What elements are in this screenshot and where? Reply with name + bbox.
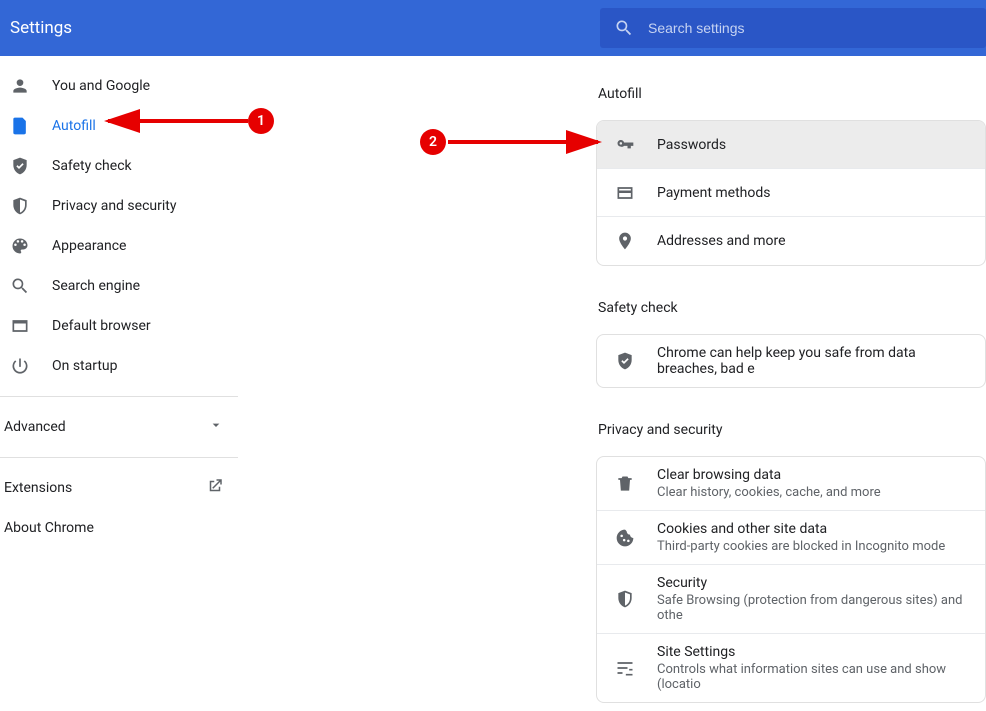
autofill-icon: [10, 116, 30, 136]
browser-icon: [10, 316, 30, 336]
shield-icon: [10, 196, 30, 216]
sidebar-item-safety-check[interactable]: Safety check: [0, 146, 238, 186]
sidebar-item-label: Appearance: [52, 238, 126, 254]
row-safety-info[interactable]: Chrome can help keep you safe from data …: [597, 335, 985, 387]
row-label: Chrome can help keep you safe from data …: [657, 345, 967, 377]
search-input[interactable]: [648, 20, 972, 36]
row-security[interactable]: Security Safe Browsing (protection from …: [597, 565, 985, 634]
chevron-down-icon: [208, 417, 224, 437]
page-title: Settings: [10, 18, 72, 38]
row-label: Cookies and other site data: [657, 521, 945, 537]
card-icon: [615, 183, 635, 203]
shield-check-icon: [10, 156, 30, 176]
row-clear-browsing-data[interactable]: Clear browsing data Clear history, cooki…: [597, 457, 985, 511]
sidebar-item-label: Autofill: [52, 118, 96, 134]
row-sublabel: Controls what information sites can use …: [657, 662, 967, 692]
sidebar-item-advanced[interactable]: Advanced: [0, 407, 238, 447]
sidebar-divider: [0, 396, 238, 397]
shield-check-icon: [615, 351, 635, 371]
search-icon: [10, 276, 30, 296]
row-site-settings[interactable]: Site Settings Controls what information …: [597, 634, 985, 702]
header-bar: Settings: [0, 0, 986, 56]
extensions-label: Extensions: [4, 480, 72, 496]
key-icon: [615, 135, 635, 155]
sidebar-item-privacy[interactable]: Privacy and security: [0, 186, 238, 226]
row-label: Payment methods: [657, 185, 770, 201]
sidebar-item-label: On startup: [52, 358, 118, 374]
advanced-label: Advanced: [4, 419, 66, 435]
row-sublabel: Safe Browsing (protection from dangerous…: [657, 593, 967, 623]
search-container[interactable]: [600, 8, 986, 48]
row-passwords[interactable]: Passwords: [597, 121, 985, 169]
external-link-icon: [206, 477, 224, 499]
shield-icon: [615, 589, 635, 609]
sidebar-item-label: You and Google: [52, 78, 150, 94]
row-sublabel: Clear history, cookies, cache, and more: [657, 485, 881, 500]
person-icon: [10, 76, 30, 96]
sidebar-item-you-and-google[interactable]: You and Google: [0, 66, 238, 106]
sidebar-item-label: Search engine: [52, 278, 140, 294]
power-icon: [10, 356, 30, 376]
palette-icon: [10, 236, 30, 256]
sidebar-item-label: Privacy and security: [52, 198, 176, 214]
sidebar-divider: [0, 457, 238, 458]
row-label: Passwords: [657, 137, 726, 153]
about-label: About Chrome: [4, 520, 94, 536]
row-label: Site Settings: [657, 644, 967, 660]
row-label: Clear browsing data: [657, 467, 881, 483]
location-icon: [615, 231, 635, 251]
sidebar-item-extensions[interactable]: Extensions: [0, 468, 238, 508]
sidebar-item-default-browser[interactable]: Default browser: [0, 306, 238, 346]
sidebar-item-search-engine[interactable]: Search engine: [0, 266, 238, 306]
section-title-privacy: Privacy and security: [598, 422, 986, 438]
sidebar-item-on-startup[interactable]: On startup: [0, 346, 238, 386]
card-safety: Chrome can help keep you safe from data …: [596, 334, 986, 388]
card-privacy: Clear browsing data Clear history, cooki…: [596, 456, 986, 703]
sidebar-item-about[interactable]: About Chrome: [0, 508, 238, 548]
section-title-autofill: Autofill: [598, 86, 986, 102]
sidebar: You and Google Autofill Safety check Pri…: [0, 56, 238, 711]
row-sublabel: Third-party cookies are blocked in Incog…: [657, 539, 945, 554]
sidebar-item-label: Default browser: [52, 318, 151, 334]
row-payment-methods[interactable]: Payment methods: [597, 169, 985, 217]
trash-icon: [615, 474, 635, 494]
main-content: Autofill Passwords Payment methods Addre…: [238, 56, 986, 711]
row-label: Addresses and more: [657, 233, 786, 249]
row-cookies[interactable]: Cookies and other site data Third-party …: [597, 511, 985, 565]
sidebar-item-label: Safety check: [52, 158, 132, 174]
row-label: Security: [657, 575, 967, 591]
sidebar-item-appearance[interactable]: Appearance: [0, 226, 238, 266]
search-icon: [614, 18, 634, 38]
row-addresses[interactable]: Addresses and more: [597, 217, 985, 265]
sliders-icon: [615, 658, 635, 678]
section-title-safety: Safety check: [598, 300, 986, 316]
card-autofill: Passwords Payment methods Addresses and …: [596, 120, 986, 266]
sidebar-item-autofill[interactable]: Autofill: [0, 106, 238, 146]
cookie-icon: [615, 528, 635, 548]
